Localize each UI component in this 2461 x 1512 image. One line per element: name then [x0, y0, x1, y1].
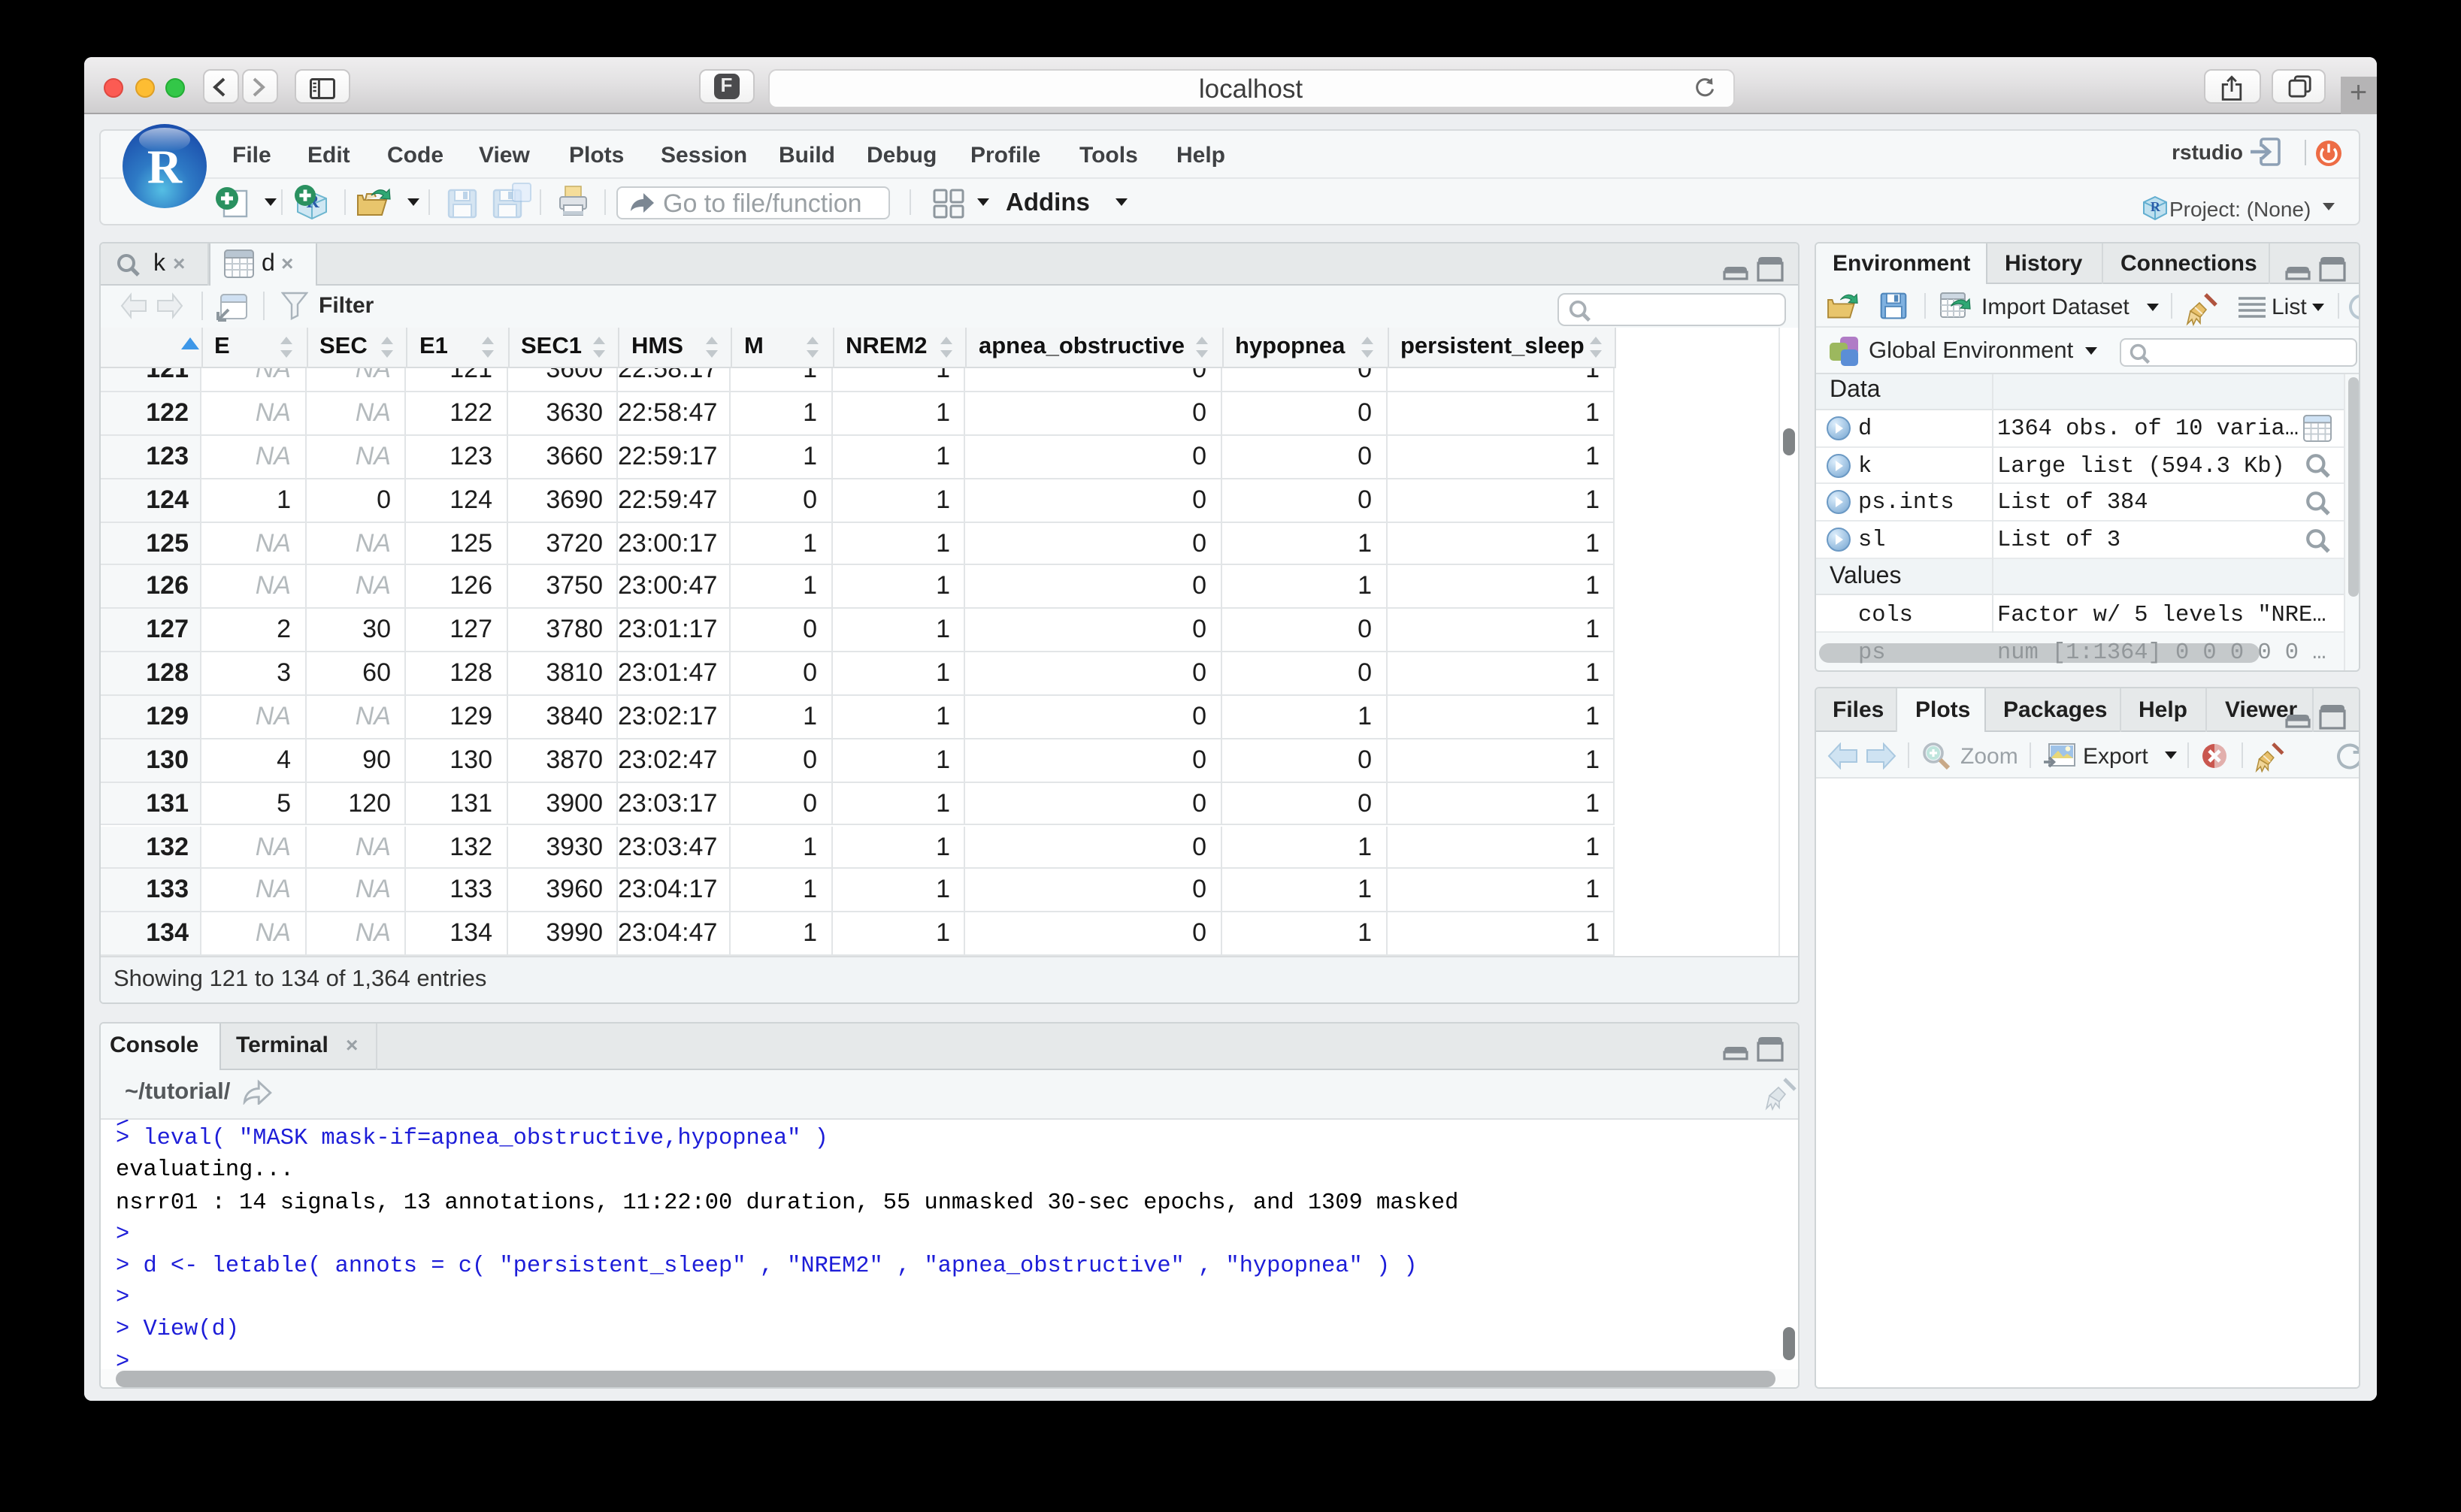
svg-text:R: R — [2150, 198, 2160, 213]
svg-text:R: R — [147, 139, 182, 192]
